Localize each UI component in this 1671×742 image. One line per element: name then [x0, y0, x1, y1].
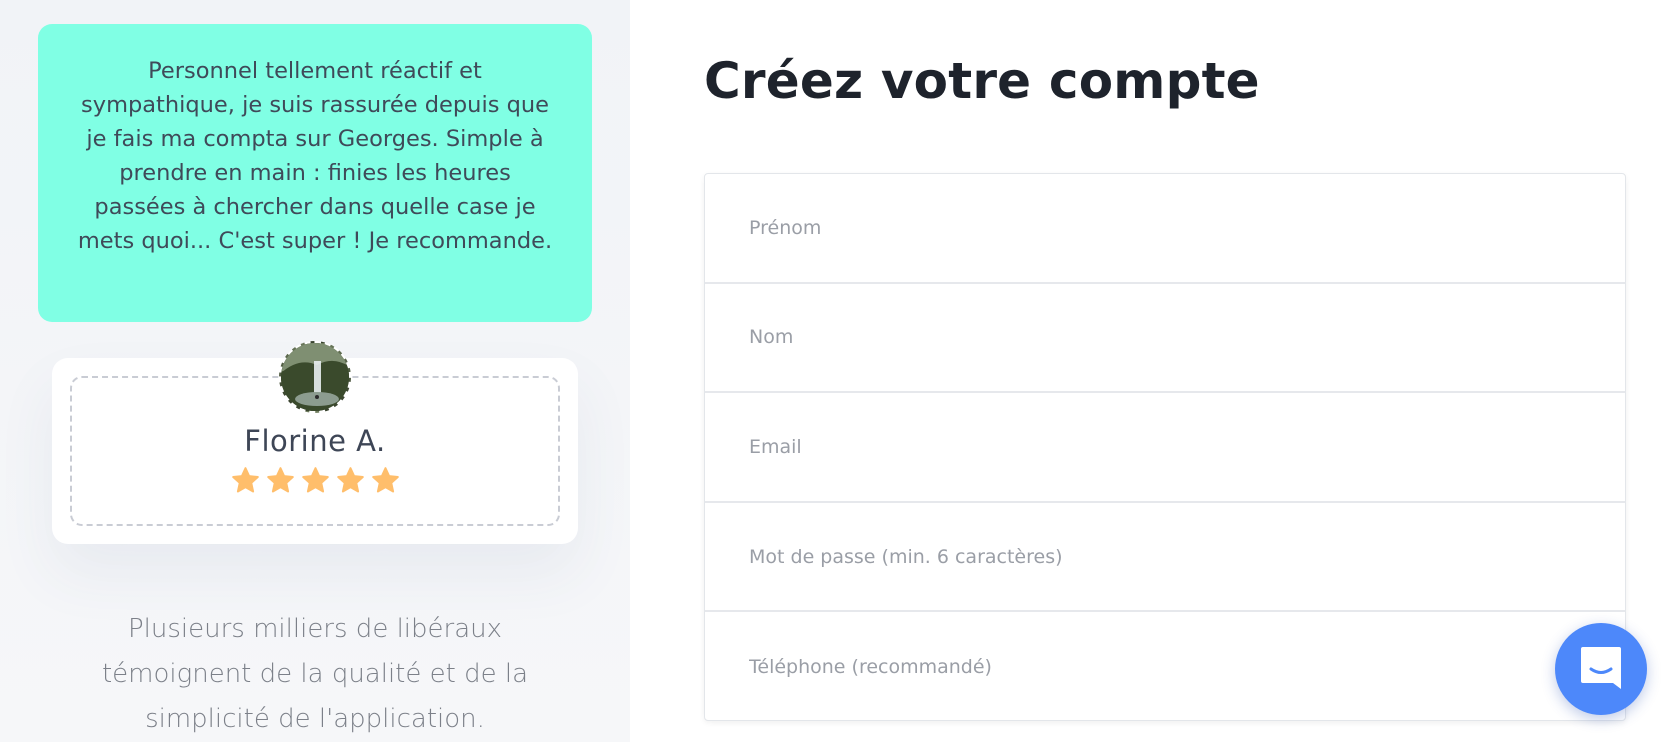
chat-bubble-icon: [1581, 647, 1621, 689]
testimonial-tagline: Plusieurs milliers de libéraux témoignen…: [101, 614, 529, 734]
testimonial-panel: Personnel tellement réactif et sympathiq…: [0, 0, 630, 742]
first-name-row: [705, 174, 1625, 284]
star-icon: [301, 467, 329, 493]
last-name-field[interactable]: [705, 283, 1625, 392]
last-name-row: [705, 283, 1625, 394]
rating-stars: [52, 466, 578, 502]
phone-row: [705, 612, 1625, 720]
chat-launcher-button[interactable]: [1555, 623, 1647, 715]
signup-page: Personnel tellement réactif et sympathiq…: [0, 0, 1671, 742]
author-avatar: [279, 341, 351, 413]
page-title: Créez votre compte: [704, 52, 1260, 110]
phone-field[interactable]: [705, 612, 1625, 720]
password-field[interactable]: [705, 502, 1625, 611]
testimonial-quote: Personnel tellement réactif et sympathiq…: [38, 24, 592, 322]
email-row: [705, 393, 1625, 503]
testimonial-quote-text: Personnel tellement réactif et sympathiq…: [77, 58, 553, 254]
star-icon: [336, 467, 364, 493]
star-icon: [266, 467, 294, 493]
signup-form: [704, 173, 1626, 721]
star-icon: [371, 467, 399, 493]
star-icon: [231, 467, 259, 493]
email-field[interactable]: [705, 393, 1625, 501]
author-name: Florine A.: [244, 424, 386, 458]
first-name-field[interactable]: [705, 174, 1625, 282]
password-row: [705, 502, 1625, 613]
